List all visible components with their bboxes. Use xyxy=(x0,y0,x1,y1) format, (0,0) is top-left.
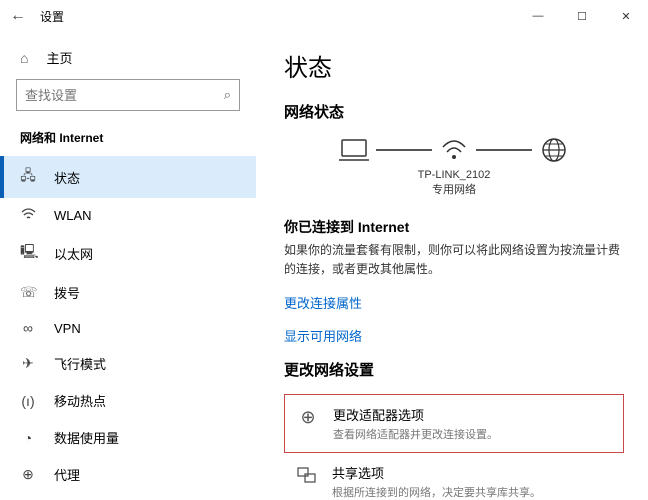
adapter-options-icon: ⊕ xyxy=(297,405,319,428)
sidebar-item-proxy[interactable]: ⊕ 代理 xyxy=(0,456,256,493)
network-diagram xyxy=(284,136,624,164)
sidebar-item-label: WLAN xyxy=(54,208,92,223)
sidebar-item-vpn[interactable]: ∞ VPN xyxy=(0,311,256,345)
status-icon: 🖧 xyxy=(20,165,36,189)
diagram-network-type: 专用网络 xyxy=(284,183,624,198)
link-show-available-networks[interactable]: 显示可用网络 xyxy=(284,326,624,345)
diagram-device-name: TP-LINK_2102 xyxy=(284,168,624,183)
page-title: 状态 xyxy=(284,48,624,83)
window-title: 设置 xyxy=(40,8,64,25)
router-wifi-icon xyxy=(438,136,470,164)
sidebar-section-label: 网络和 Internet xyxy=(0,125,256,156)
sidebar-item-status[interactable]: 🖧 状态 xyxy=(0,156,256,198)
maximize-button[interactable]: ☐ xyxy=(560,0,604,32)
sidebar-item-label: 拨号 xyxy=(54,283,80,302)
sidebar-item-wlan[interactable]: WLAN xyxy=(0,198,256,232)
sidebar-item-label: 移动热点 xyxy=(54,391,106,410)
diagram-line xyxy=(476,149,532,151)
sidebar-item-ethernet[interactable]: 🖳 以太网 xyxy=(0,232,256,274)
globe-icon xyxy=(538,136,570,164)
card-adapter-options[interactable]: ⊕ 更改适配器选项 查看网络适配器并更改连接设置。 xyxy=(284,394,624,453)
data-usage-icon: ◔ xyxy=(20,430,36,446)
sidebar-item-label: 代理 xyxy=(54,465,80,484)
connected-description: 如果你的流量套餐有限制，则你可以将此网络设置为按流量计费的连接，或者更改其他属性… xyxy=(284,241,624,279)
sidebar-item-label: VPN xyxy=(54,321,81,336)
back-icon[interactable]: ← xyxy=(10,7,26,25)
card-title: 更改适配器选项 xyxy=(333,405,498,424)
wifi-icon xyxy=(20,207,36,223)
section-network-status: 网络状态 xyxy=(284,101,624,122)
sidebar-item-dialup[interactable]: ☏ 拨号 xyxy=(0,274,256,311)
sidebar: ⌂ 主页 ⌕ 网络和 Internet 🖧 状态 WLAN 🖳 以太网 ☏ xyxy=(0,32,256,500)
card-subtitle: 查看网络适配器并更改连接设置。 xyxy=(333,426,498,442)
ethernet-icon: 🖳 xyxy=(20,241,36,265)
computer-icon xyxy=(338,136,370,164)
hotspot-icon: (ı) xyxy=(20,393,36,409)
home-label: 主页 xyxy=(46,48,72,67)
close-button[interactable]: ✕ xyxy=(604,0,648,32)
sidebar-item-label: 以太网 xyxy=(54,244,93,263)
sidebar-item-airplane[interactable]: ✈ 飞行模式 xyxy=(0,345,256,382)
card-subtitle: 根据所连接到的网络，决定要共享库共享。 xyxy=(332,484,541,500)
card-title: 共享选项 xyxy=(332,463,541,482)
search-input[interactable] xyxy=(25,88,224,103)
section-change-network-settings: 更改网络设置 xyxy=(284,359,624,380)
titlebar: ← 设置 — ☐ ✕ xyxy=(0,0,648,32)
link-change-connection-properties[interactable]: 更改连接属性 xyxy=(284,293,624,312)
connected-title: 你已连接到 Internet xyxy=(284,217,624,237)
sidebar-item-label: 状态 xyxy=(54,168,80,187)
search-box[interactable]: ⌕ xyxy=(16,79,240,111)
home-icon: ⌂ xyxy=(20,50,28,66)
vpn-icon: ∞ xyxy=(20,320,36,336)
window-controls: — ☐ ✕ xyxy=(516,0,648,32)
proxy-icon: ⊕ xyxy=(20,466,36,483)
diagram-caption: TP-LINK_2102 专用网络 xyxy=(284,168,624,199)
content-area: 状态 网络状态 TP-LINK_2102 专用网络 你已连接到 Internet… xyxy=(256,32,648,500)
sidebar-item-label: 飞行模式 xyxy=(54,354,106,373)
dialup-icon: ☏ xyxy=(20,284,36,301)
sharing-options-icon xyxy=(296,463,318,490)
sidebar-home[interactable]: ⌂ 主页 xyxy=(0,42,256,79)
airplane-icon: ✈ xyxy=(20,355,36,372)
sidebar-item-hotspot[interactable]: (ı) 移动热点 xyxy=(0,382,256,419)
sidebar-item-datausage[interactable]: ◔ 数据使用量 xyxy=(0,419,256,456)
card-sharing-options[interactable]: 共享选项 根据所连接到的网络，决定要共享库共享。 xyxy=(284,453,624,500)
sidebar-item-label: 数据使用量 xyxy=(54,428,119,447)
search-icon: ⌕ xyxy=(224,87,231,103)
minimize-button[interactable]: — xyxy=(516,0,560,32)
diagram-line xyxy=(376,149,432,151)
